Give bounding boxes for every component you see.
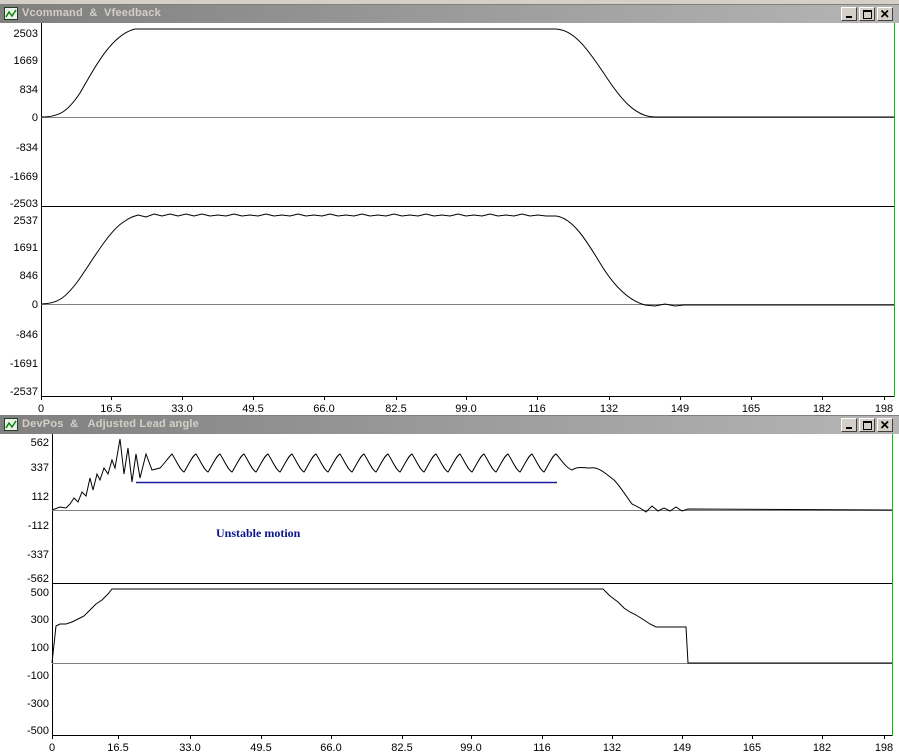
y-tick-label: -112 [28,520,49,532]
y-tick-label: 300 [31,614,49,626]
x-tick-label: 198 [875,403,893,415]
y-tick-labels: 500 300 100 -100 -300 -500 [27,587,49,737]
y-tick-label: -562 [27,573,49,585]
x-tick-label: 182 [813,403,831,415]
window-title: Vcommand & Vfeedback [22,7,161,19]
minimize-icon [846,427,852,429]
y-tick-label: 100 [31,642,49,654]
x-tick-label: 66.0 [313,403,334,415]
plot-area: 2503 1669 834 0 -834 -1669 -2503 2537 16… [10,23,895,415]
plot-vcommand: 2503 1669 834 0 -834 -1669 -2503 [10,23,895,210]
vcommand-trace [40,28,894,118]
plot-area: 562 337 112 -112 -337 -562 500 300 100 -… [27,434,893,754]
y-tick-labels: 2537 1691 846 0 -846 -1691 -2537 [10,215,38,398]
x-tick-label: 132 [600,403,618,415]
x-tick-label: 0 [38,403,44,415]
x-tick-labels: 0 16.5 33.0 49.5 66.0 82.5 99.0 116 132 … [38,403,893,415]
x-tick-label: 82.5 [391,742,412,754]
y-tick-label: 1669 [14,55,38,67]
minimize-button[interactable] [841,418,857,432]
y-tick-label: 337 [31,462,49,474]
x-tick-label: 165 [742,403,760,415]
lead-angle-trace [51,588,892,664]
close-button[interactable] [877,418,893,432]
x-tick-label: 49.5 [242,403,263,415]
maximize-button[interactable] [859,418,875,432]
window-title-bar[interactable]: Vcommand & Vfeedback [0,5,899,23]
x-tick-label: 198 [875,742,893,754]
window-vcommand-vfeedback: Vcommand & Vfeedback 2503 1669 834 0 -83… [0,4,899,417]
y-tick-label: -1691 [10,358,38,370]
y-tick-labels: 562 337 112 -112 -337 -562 [27,437,49,585]
plot-vfeedback: 2537 1691 846 0 -846 -1691 -2537 [10,207,895,398]
minimize-button[interactable] [841,7,857,21]
y-tick-label: 1691 [14,242,38,254]
y-tick-label: -337 [27,549,49,561]
x-tick-label: 82.5 [385,403,406,415]
x-tick-label: 149 [671,403,689,415]
x-tick-label: 99.0 [455,403,476,415]
chart-window-icon [4,7,18,20]
y-tick-label: 0 [32,112,38,124]
x-tick-label: 165 [743,742,761,754]
window-title: DevPos & Adjusted Lead angle [22,418,199,430]
x-tick-label: 16.5 [107,742,128,754]
y-tick-label: -834 [16,142,38,154]
y-tick-label: -500 [27,725,49,737]
maximize-icon [863,421,872,430]
x-tick-label: 66.0 [320,742,341,754]
x-tick-labels: 0 16.5 33.0 49.5 66.0 82.5 99.0 116 132 … [49,742,893,754]
y-tick-labels: 2503 1669 834 0 -834 -1669 -2503 [10,28,38,210]
y-tick-label: -2503 [10,198,38,210]
y-tick-label: 0 [32,299,38,311]
devpos-trace [51,438,893,513]
y-tick-label: 500 [31,587,49,599]
y-tick-label: -2537 [10,386,38,398]
x-tick-label: 132 [603,742,621,754]
x-tick-label: 0 [49,742,55,754]
chart-window-icon [4,418,18,431]
y-tick-label: 2503 [14,28,38,40]
y-tick-label: -300 [27,698,49,710]
unstable-motion-annotation: Unstable motion [216,526,301,540]
close-button[interactable] [877,7,893,21]
plot-devpos: 562 337 112 -112 -337 -562 [27,434,893,585]
y-tick-label: 834 [20,84,38,96]
x-tick-label: 149 [673,742,691,754]
x-tick-label: 16.5 [100,403,121,415]
window-devpos-lead-angle: DevPos & Adjusted Lead angle 562 337 112… [0,415,899,755]
close-icon [880,420,889,429]
close-icon [880,9,889,18]
y-tick-label: -1669 [10,171,38,183]
x-tick-label: 99.0 [460,742,481,754]
y-tick-label: 846 [20,270,38,282]
x-tick-label: 33.0 [171,403,192,415]
y-tick-label: 112 [31,491,49,503]
y-tick-label: -846 [16,329,38,341]
plot-adjusted-lead-angle: 500 300 100 -100 -300 -500 [27,584,893,737]
maximize-button[interactable] [859,7,875,21]
minimize-icon [846,16,852,18]
maximize-icon [863,10,872,19]
y-tick-label: 2537 [14,215,38,227]
vfeedback-trace [40,213,894,307]
x-tick-label: 182 [813,742,831,754]
y-tick-label: -100 [27,670,49,682]
x-tick-label: 33.0 [179,742,200,754]
x-tick-label: 116 [533,742,551,754]
x-tick-label: 49.5 [250,742,271,754]
y-tick-label: 562 [31,437,49,449]
window-title-bar[interactable]: DevPos & Adjusted Lead angle [0,416,899,434]
x-tick-label: 116 [528,403,546,415]
